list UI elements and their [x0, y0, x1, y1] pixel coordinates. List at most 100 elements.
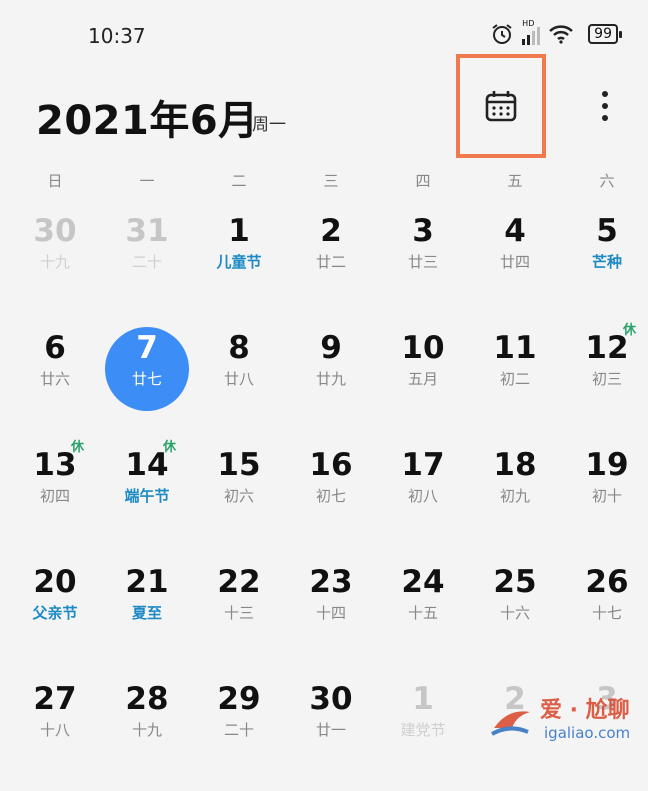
- weekday-label: 一: [139, 172, 155, 190]
- alarm-icon: [492, 24, 512, 44]
- day-cell[interactable]: 15 初六: [193, 440, 285, 557]
- day-cell[interactable]: 6 廿六: [9, 323, 101, 440]
- day-number: 16: [309, 447, 353, 483]
- day-number: 27: [33, 681, 77, 717]
- festival-label: 儿童节: [216, 253, 262, 271]
- day-number: 6: [44, 330, 66, 366]
- day-number: 4: [504, 213, 526, 249]
- month-title[interactable]: 2021年6月: [36, 88, 259, 146]
- day-number: 24: [401, 564, 445, 600]
- lunar-date: 廿三: [407, 253, 438, 271]
- lunar-date: 初六: [223, 487, 254, 505]
- lunar-date: 初八: [407, 487, 438, 505]
- lunar-date: 五月: [407, 370, 438, 388]
- lunar-date: 廿六: [39, 370, 70, 388]
- day-number: 20: [33, 564, 77, 600]
- lunar-date: 十六: [499, 604, 530, 622]
- lunar-date: 十八: [39, 721, 70, 739]
- lunar-date: 十九: [131, 721, 162, 739]
- day-cell[interactable]: 11 初二: [469, 323, 561, 440]
- day-cell[interactable]: 1 儿童节: [193, 206, 285, 323]
- festival-label: 夏至: [131, 604, 162, 622]
- calendar-header: 2021年6月 周一: [0, 54, 648, 158]
- day-cell[interactable]: 18 初九: [469, 440, 561, 557]
- day-cell[interactable]: 29 二十: [193, 674, 285, 791]
- day-number: 26: [585, 564, 629, 600]
- weekday-hint: 周一: [252, 115, 286, 135]
- day-cell[interactable]: 1 建党节: [377, 674, 469, 791]
- holiday-rest-badge: 休: [71, 440, 85, 455]
- day-cell[interactable]: 16 初七: [285, 440, 377, 557]
- day-cell[interactable]: 31 二十: [101, 206, 193, 323]
- day-cell[interactable]: 4 廿四: [469, 206, 561, 323]
- day-number: 31: [125, 213, 169, 249]
- day-number: 3: [412, 213, 434, 249]
- status-icons: HD 99: [490, 19, 622, 46]
- day-cell[interactable]: 21 夏至: [101, 557, 193, 674]
- lunar-date: 建党节: [400, 721, 446, 739]
- day-number: 22: [217, 564, 261, 600]
- day-number: 8: [228, 330, 250, 366]
- day-cell[interactable]: 26 十七: [561, 557, 648, 674]
- day-cell[interactable]: 8 廿八: [193, 323, 285, 440]
- lunar-date: 初十: [591, 487, 622, 505]
- day-cell[interactable]: 12 初三休: [561, 323, 648, 440]
- day-cell[interactable]: 5 芒种: [561, 206, 648, 323]
- day-number: 5: [596, 213, 618, 249]
- day-number: 25: [493, 564, 537, 600]
- watermark-url: igaliao.com: [544, 724, 631, 742]
- network-label: HD: [522, 19, 535, 28]
- lunar-date: 廿八: [223, 370, 254, 388]
- holiday-rest-badge: 休: [623, 323, 637, 338]
- day-cell[interactable]: 20 父亲节: [9, 557, 101, 674]
- day-number: 18: [493, 447, 537, 483]
- today-calendar-button[interactable]: [456, 54, 546, 158]
- day-number: 15: [217, 447, 261, 483]
- day-cell[interactable]: 17 初八: [377, 440, 469, 557]
- day-cell[interactable]: 3 廿三: [377, 206, 469, 323]
- day-cell[interactable]: 14 端午节 休: [101, 440, 193, 557]
- day-number: 19: [585, 447, 629, 483]
- day-cell-today[interactable]: 7 廿七: [101, 323, 193, 440]
- day-cell[interactable]: 23 十四: [285, 557, 377, 674]
- day-number: 1: [228, 213, 250, 249]
- day-cell[interactable]: 2 廿二: [285, 206, 377, 323]
- status-bar: 10:37 HD 99: [0, 0, 648, 60]
- day-number: 29: [217, 681, 261, 717]
- day-number: 23: [309, 564, 353, 600]
- weekday-label: 四: [415, 172, 431, 190]
- signal-icon: HD: [522, 19, 541, 45]
- day-cell[interactable]: 22 十三: [193, 557, 285, 674]
- day-number: 17: [401, 447, 445, 483]
- weekday-label: 日: [47, 172, 63, 190]
- festival-label: 芒种: [591, 253, 622, 271]
- day-cell[interactable]: 9 廿九: [285, 323, 377, 440]
- weekday-label: 五: [507, 172, 523, 190]
- day-cell[interactable]: 25 十六: [469, 557, 561, 674]
- day-cell[interactable]: 28 十九: [101, 674, 193, 791]
- lunar-date: 廿二: [315, 253, 346, 271]
- day-number: 9: [320, 330, 342, 366]
- lunar-date: 十九: [39, 253, 70, 271]
- day-cell[interactable]: 27 十八: [9, 674, 101, 791]
- day-number: 30: [33, 213, 77, 249]
- day-number: 10: [401, 330, 445, 366]
- lunar-date: 十四: [315, 604, 346, 622]
- day-number: 14: [125, 447, 169, 483]
- watermark-logo-icon: [491, 711, 530, 736]
- wifi-icon: [549, 25, 574, 44]
- day-cell[interactable]: 10 五月: [377, 323, 469, 440]
- lunar-date: 二十: [223, 721, 254, 739]
- watermark: 爱 · 尬聊 igaliao.com: [488, 690, 638, 750]
- weekday-label: 六: [599, 172, 615, 190]
- day-cell[interactable]: 30 廿一: [285, 674, 377, 791]
- day-cell[interactable]: 13 初四 休: [9, 440, 101, 557]
- day-number: 28: [125, 681, 169, 717]
- more-options-icon[interactable]: [590, 86, 620, 126]
- day-cell[interactable]: 19 初十: [561, 440, 648, 557]
- lunar-date: 廿九: [315, 370, 346, 388]
- weekday-header-row: 日 一 二 三 四 五 六: [0, 170, 648, 194]
- day-number: 21: [125, 564, 169, 600]
- day-cell[interactable]: 30 十九: [9, 206, 101, 323]
- day-cell[interactable]: 24 十五: [377, 557, 469, 674]
